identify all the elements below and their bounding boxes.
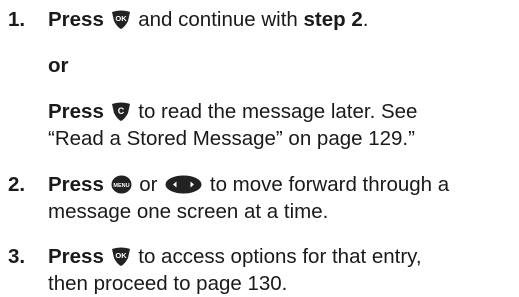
press-word: Press (48, 100, 104, 123)
ok-key-icon: OK (111, 10, 130, 29)
menu-key-label: MENU (113, 183, 129, 189)
left-right-nav-key-icon (165, 175, 202, 194)
step-3-line-2: then proceed to page 130. (48, 272, 288, 295)
press-word: Press (48, 245, 104, 268)
alternative-text: to read the message later. See (132, 100, 418, 123)
step-text: and continue with (132, 8, 304, 31)
step-number: 2. (8, 173, 26, 196)
manual-page: 1. Press OK and continue with step 2. or … (0, 0, 519, 295)
step-2-line-2: message one screen at a time. (48, 200, 329, 223)
step-1: 1. Press OK and continue with step 2. (8, 6, 515, 33)
alternative-line-2: “Read a Stored Message” on page 129.” (48, 127, 415, 150)
step-text-or: or (133, 173, 164, 196)
menu-key-icon: MENU (111, 175, 132, 194)
step-text: to move forward through a (204, 173, 450, 196)
or-label: or (48, 54, 69, 77)
step-text: to access options for that entry, (132, 245, 422, 268)
press-word: Press (48, 8, 104, 31)
step-reference: step 2 (303, 8, 363, 31)
step-3: 3. Press OK to access options for that en… (8, 243, 515, 270)
ok-key-label: OK (115, 251, 127, 260)
c-key-icon: C (111, 102, 130, 121)
step-2: 2. Press MENU or to move forward through … (8, 171, 515, 198)
step-number: 1. (8, 8, 26, 31)
ok-key-icon: OK (111, 247, 130, 266)
step-text-end: . (362, 8, 369, 31)
step-number: 3. (8, 245, 26, 268)
alternative-line-1: Press C to read the message later. See (48, 98, 515, 125)
press-word: Press (48, 173, 104, 196)
ok-key-label: OK (115, 14, 127, 23)
c-key-label: C (117, 106, 124, 116)
